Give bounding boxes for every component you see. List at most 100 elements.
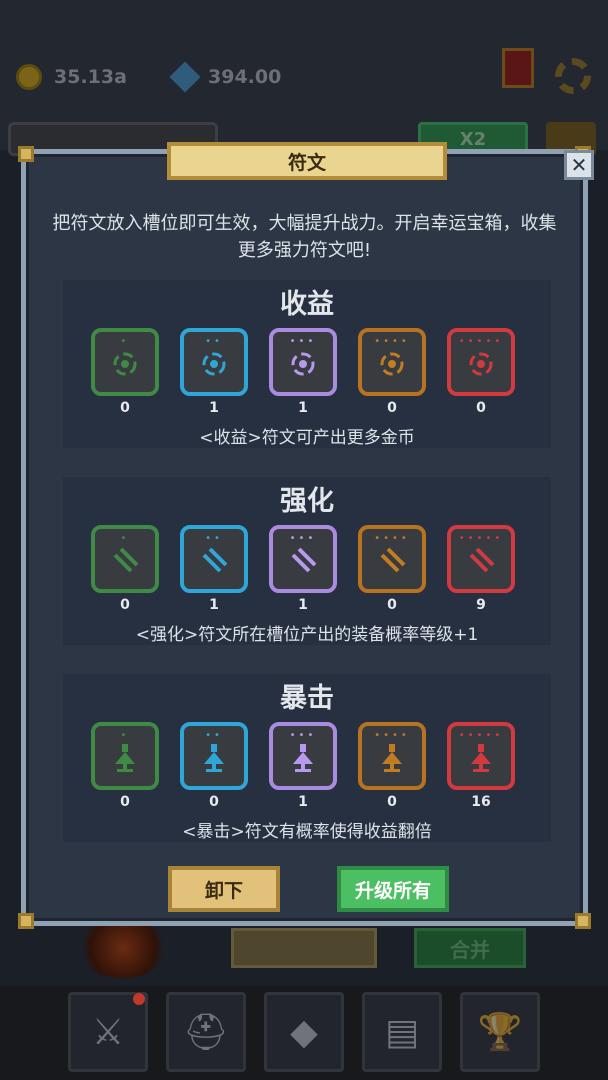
crit-rune-icon (293, 744, 313, 772)
rune-icon-enhance-blue: •• (180, 525, 248, 593)
rune-count: 0 (387, 597, 397, 613)
rune-rank-dots: •••• (374, 533, 410, 544)
rune-rank-dots: • (120, 336, 130, 347)
rune-rank-dots: •• (205, 730, 223, 741)
section-description: <暴击>符文有概率使得收益翻倍 (182, 822, 432, 842)
rune-count: 1 (209, 400, 219, 416)
rune-rank-dots: ••••• (458, 533, 504, 544)
rune-icon-crit-orange: •••• (358, 722, 426, 790)
rune-section-enhance: 强化 • 0 •• 1 ••• 1 •••• 0 ••••• 9 <强化>符文所在槽位产… (63, 477, 551, 645)
rune-count: 0 (387, 400, 397, 416)
rune-icon-enhance-purple: ••• (269, 525, 337, 593)
rune-row: • 0 •• 0 ••• 1 •••• 0 ••••• 16 (91, 722, 515, 810)
rune-count: 0 (120, 597, 130, 613)
rune-row: • 0 •• 1 ••• 1 •••• 0 ••••• 9 (91, 525, 515, 613)
gold-counter: 35.13a (16, 62, 127, 92)
rune-icon-enhance-orange: •••• (358, 525, 426, 593)
multiplier-label: X2 (459, 128, 487, 150)
rune-icon-income-orange: •••• (358, 328, 426, 396)
income-rune-icon (469, 352, 493, 376)
rune-rank-dots: •• (205, 533, 223, 544)
rune-slot-red[interactable]: ••••• 0 (447, 328, 515, 416)
nav-chest-button[interactable]: ▤ (362, 992, 442, 1072)
rune-count: 0 (209, 794, 219, 810)
rune-slot-red[interactable]: ••••• 9 (447, 525, 515, 613)
rune-icon-crit-blue: •• (180, 722, 248, 790)
crit-rune-icon (115, 744, 135, 772)
rune-slot-purple[interactable]: ••• 1 (269, 722, 337, 810)
nav-sword-button[interactable]: ⚔ (68, 992, 148, 1072)
gem-counter: 394.00 (169, 61, 282, 93)
rune-slot-purple[interactable]: ••• 1 (269, 328, 337, 416)
enhance-rune-icon (113, 547, 139, 573)
rune-count: 0 (476, 400, 486, 416)
upgrade-all-button[interactable]: 升级所有 (337, 866, 449, 912)
nav-armor-button[interactable]: ⛑ (166, 992, 246, 1072)
coin-icon (16, 64, 42, 90)
section-title: 暴击 (280, 683, 334, 714)
rune-slot-blue[interactable]: •• 0 (180, 722, 248, 810)
nav-trophy-button[interactable]: 🏆 (460, 992, 540, 1072)
rune-icon-crit-green: • (91, 722, 159, 790)
rune-icon-crit-purple: ••• (269, 722, 337, 790)
gem-amount: 394.00 (208, 66, 282, 88)
rune-rank-dots: • (120, 533, 130, 544)
section-description: <强化>符文所在槽位产出的装备概率等级+1 (135, 625, 479, 645)
chest-icon: ▤ (384, 1011, 419, 1053)
rune-count: 9 (476, 597, 486, 613)
crit-rune-icon (471, 744, 491, 772)
rune-slot-green[interactable]: • 0 (91, 525, 159, 613)
rune-slot-orange[interactable]: •••• 0 (358, 722, 426, 810)
rune-rank-dots: •• (205, 336, 223, 347)
rune-rank-dots: ••• (289, 336, 317, 347)
rune-rank-dots: ••• (289, 533, 317, 544)
crit-rune-icon (204, 744, 224, 772)
gem-icon (169, 61, 201, 93)
rune-slot-red[interactable]: ••••• 16 (447, 722, 515, 810)
enhance-rune-icon (202, 547, 228, 573)
close-button[interactable]: ✕ (564, 150, 594, 180)
merge-label: 合并 (450, 937, 490, 962)
rune-count: 0 (120, 794, 130, 810)
rune-icon-enhance-green: • (91, 525, 159, 593)
forge-glow (78, 918, 168, 978)
rune-rank-dots: • (120, 730, 130, 741)
merge-button[interactable]: 合并 (414, 928, 526, 968)
rune-rank-dots: •••• (374, 730, 410, 741)
unload-button[interactable]: 卸下 (168, 866, 280, 912)
enhance-rune-icon (291, 547, 317, 573)
nav-gem-button[interactable]: ◆ (264, 992, 344, 1072)
notification-badge (133, 993, 145, 1005)
rune-section-crit: 暴击 • 0 •• 0 ••• 1 •••• 0 ••••• 16 <暴击>符文… (63, 674, 551, 842)
rune-count: 0 (120, 400, 130, 416)
rune-slot-blue[interactable]: •• 1 (180, 525, 248, 613)
rune-count: 16 (471, 794, 491, 810)
rune-count: 1 (298, 400, 308, 416)
spellbook-icon[interactable] (502, 48, 534, 88)
rune-slot-blue[interactable]: •• 1 (180, 328, 248, 416)
equipment-slot[interactable] (231, 928, 377, 968)
sword-icon: ⚔ (91, 1011, 125, 1053)
rune-slot-green[interactable]: • 0 (91, 328, 159, 416)
dialog-intro-text: 把符文放入槽位即可生效，大幅提升战力。开启幸运宝箱，收集更多强力符文吧! (52, 213, 557, 261)
dialog-title: 符文 (167, 142, 447, 180)
rune-slot-orange[interactable]: •••• 0 (358, 525, 426, 613)
crit-rune-icon (382, 744, 402, 772)
rune-count: 1 (298, 597, 308, 613)
rune-count: 0 (387, 794, 397, 810)
rune-icon-crit-red: ••••• (447, 722, 515, 790)
settings-gear-icon[interactable] (555, 58, 591, 94)
rune-slot-purple[interactable]: ••• 1 (269, 525, 337, 613)
section-title: 强化 (280, 486, 334, 517)
gold-amount: 35.13a (54, 66, 127, 88)
rune-rank-dots: •••• (374, 336, 410, 347)
rune-rank-dots: ••••• (458, 730, 504, 741)
rune-row: • 0 •• 1 ••• 1 •••• 0 ••••• 0 (91, 328, 515, 416)
trophy-icon: 🏆 (477, 1012, 523, 1053)
rune-icon-income-green: • (91, 328, 159, 396)
rune-slot-green[interactable]: • 0 (91, 722, 159, 810)
corner-ornament (18, 913, 34, 929)
rune-slot-orange[interactable]: •••• 0 (358, 328, 426, 416)
rune-rank-dots: ••••• (458, 336, 504, 347)
rune-rank-dots: ••• (289, 730, 317, 741)
